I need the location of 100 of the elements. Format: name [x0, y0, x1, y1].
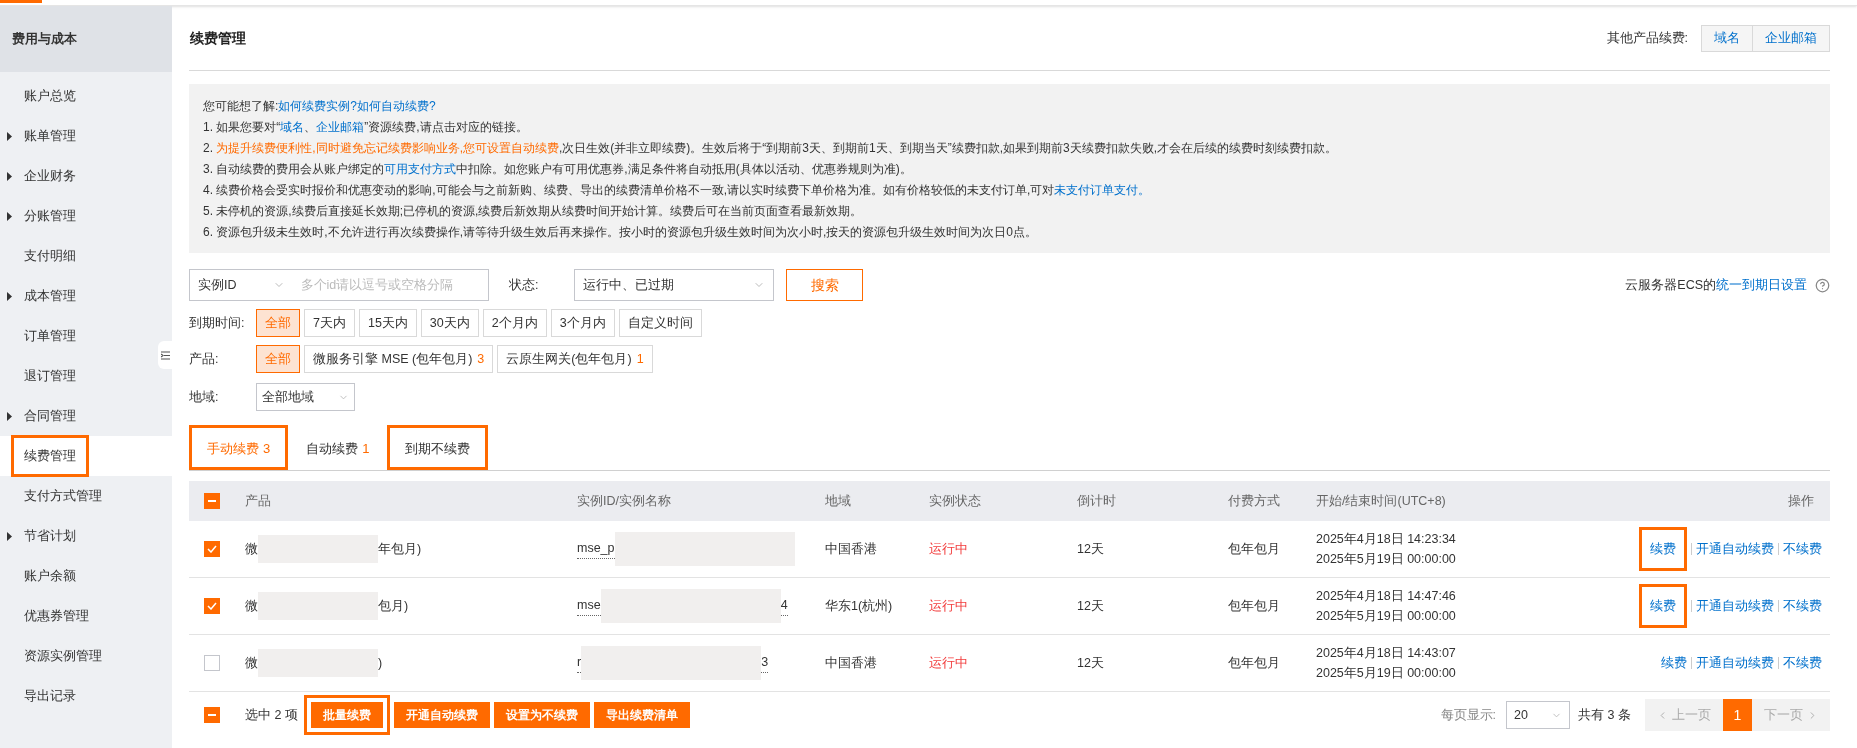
notice-link[interactable]: 域名: [280, 120, 305, 134]
table-cell-text: 12天: [1077, 654, 1105, 672]
instance-id[interactable]: 4: [780, 596, 788, 616]
filter-option[interactable]: 云原生网关(包年包月) 1: [497, 345, 653, 373]
sidebar-item[interactable]: 退订管理: [0, 356, 172, 396]
filter-option[interactable]: 7天内: [304, 309, 355, 337]
sidebar-item[interactable]: 优惠券管理: [0, 596, 172, 636]
sidebar-item[interactable]: 订单管理: [0, 316, 172, 356]
table-cell-text: 中国香港: [825, 540, 878, 558]
end-time: 2025年5月19日 00:00:00: [1316, 608, 1457, 625]
filter-option[interactable]: 2个月内: [482, 309, 547, 337]
settings-link[interactable]: 统一到期日设置: [1716, 277, 1807, 292]
notice-link[interactable]: 如何自动续费?: [357, 99, 436, 113]
sidebar-item[interactable]: 导出记录: [0, 676, 172, 716]
column-header: 产品: [245, 492, 272, 510]
notice-link[interactable]: 可用支付方式: [384, 162, 457, 176]
notice-link[interactable]: 企业邮箱: [316, 120, 365, 134]
filter-label: 地域:: [189, 388, 220, 406]
notice-line: 3. 自动续费的费用会从账户绑定的可用支付方式中扣除。如您账户有可用优惠券,满足条件将自动抵用(具体以活动、优惠券规则为准)。: [203, 161, 913, 178]
active-indicator: [0, 0, 42, 3]
column-header: 实例状态: [929, 492, 982, 510]
search-field[interactable]: 实例ID 多个id请以逗号或空格分隔: [189, 269, 489, 301]
instance-id[interactable]: 3: [761, 653, 769, 673]
action-link[interactable]: 不续费: [1783, 539, 1822, 559]
filter-label: 到期时间:: [189, 314, 246, 332]
notice-line: 4. 续费价格会受实时报价和优惠变动的影响,可能会与之前新购、续费、导出的续费清单价格不一致,请以实时续费下单价格为准。如有价格较低的未支付订单,可对未支付订单支付。: [203, 182, 1152, 199]
filter-option[interactable]: 3个月内: [550, 309, 615, 337]
table-cell-text: 包年包月: [1228, 654, 1281, 672]
column-header: 开始/结束时间(UTC+8): [1316, 492, 1447, 510]
checkmark-icon: [207, 602, 217, 610]
notice-line: 1. 如果您要对“域名、企业邮箱”资源续费,请点击对应的链接。: [203, 119, 529, 136]
checkbox[interactable]: [204, 541, 220, 557]
sidebar-item[interactable]: 账单管理: [0, 116, 172, 156]
notice-line: 2. 为提升续费便利性,同时避免忘记续费影响业务,您可设置自动续费,次日生效(并非立即续费)。生效后将于“到期前3天、到期前1天、到期当天”续费扣款,如果到期前3天续费扣款失败,才会在后续的续费时刻续费扣款。: [203, 140, 1339, 157]
action-link[interactable]: 开通自动续费: [1696, 539, 1774, 559]
action-link[interactable]: 不续费: [1783, 596, 1822, 616]
table-cell-text: 包年包月: [1228, 540, 1281, 558]
column-header: 付费方式: [1228, 492, 1281, 510]
page-size-select[interactable]: 20: [1506, 701, 1571, 729]
table-cell-text: 华东1(杭州): [825, 597, 894, 615]
filter-option[interactable]: 15天内: [358, 309, 417, 337]
notice-link[interactable]: 如何续费实例?: [278, 99, 358, 113]
sidebar-item[interactable]: 节省计划: [0, 516, 172, 556]
table-cell-text: 包年包月: [1228, 597, 1281, 615]
sidebar-item[interactable]: 合同管理: [0, 396, 172, 436]
checkbox[interactable]: [204, 493, 220, 509]
caret-icon: [7, 531, 12, 541]
action-link[interactable]: 续费: [1650, 539, 1676, 559]
status-text: 运行中: [929, 654, 969, 672]
filter-option[interactable]: 微服务引擎 MSE (包年包月) 3: [304, 345, 494, 373]
checkbox[interactable]: [204, 598, 220, 614]
action-link[interactable]: 开通自动续费: [1696, 653, 1774, 673]
end-time: 2025年5月19日 00:00:00: [1316, 665, 1457, 682]
total-count: 共有 3 条: [1578, 706, 1631, 724]
sidebar-item[interactable]: 支付方式管理: [0, 476, 172, 516]
action-link[interactable]: 开通自动续费: [1696, 596, 1774, 616]
help-icon: [1815, 277, 1830, 293]
region-select[interactable]: 全部地域: [256, 383, 355, 411]
other-products-label: 其他产品续费:: [1606, 29, 1688, 47]
filter-label: 产品:: [189, 350, 220, 368]
table-cell-text: 微: [245, 540, 258, 558]
action-link[interactable]: 不续费: [1783, 653, 1822, 673]
checkbox[interactable]: [204, 655, 220, 671]
ecs-note: 云服务器ECS的统一到期日设置: [1625, 276, 1807, 294]
table-cell-text: ): [378, 654, 383, 672]
status-select[interactable]: 运行中、已过期: [574, 269, 775, 301]
sidebar-title: 费用与成本: [0, 6, 172, 72]
status-text: 运行中: [929, 540, 969, 558]
sidebar-item[interactable]: 账户总览: [0, 76, 172, 116]
caret-icon: [7, 291, 12, 301]
sidebar-item[interactable]: 企业财务: [0, 156, 172, 196]
status-label: 状态:: [509, 276, 539, 294]
notice-line: 5. 未停机的资源,续费后直接延长效期;已停机的资源,续费后新效期从续费时间开始计算。续费后可在当前页面查看最新效期。: [203, 203, 864, 220]
notice-link[interactable]: 未支付订单支付。: [1054, 183, 1151, 197]
caret-icon: [7, 171, 12, 181]
action-link[interactable]: 续费: [1661, 653, 1687, 673]
tab[interactable]: 自动续费 1: [288, 425, 388, 470]
checkmark-icon: [207, 545, 217, 553]
sidebar-item[interactable]: 续费管理: [0, 436, 172, 476]
instance-id[interactable]: mse: [577, 596, 601, 616]
filter-option[interactable]: 30天内: [420, 309, 479, 337]
sidebar-item[interactable]: 分账管理: [0, 196, 172, 236]
checkbox[interactable]: [204, 707, 220, 723]
instance-id[interactable]: mse_p: [577, 539, 615, 559]
page-size-label: 每页显示:: [1440, 706, 1497, 724]
tab[interactable]: 到期不续费: [387, 425, 489, 470]
start-time: 2025年4月18日 14:43:07: [1316, 645, 1457, 662]
page-title: 续费管理: [189, 28, 246, 48]
action-link[interactable]: 续费: [1650, 596, 1676, 616]
product-link[interactable]: 域名: [1701, 24, 1753, 52]
sidebar-item[interactable]: 成本管理: [0, 276, 172, 316]
column-header: 倒计时: [1077, 492, 1117, 510]
sidebar-item[interactable]: 账户余额: [0, 556, 172, 596]
sidebar-item[interactable]: 支付明细: [0, 236, 172, 276]
filter-option[interactable]: 自定义时间: [618, 309, 702, 337]
product-link[interactable]: 企业邮箱: [1752, 24, 1830, 52]
sidebar-item[interactable]: 资源实例管理: [0, 636, 172, 676]
collapse-handle[interactable]: [158, 341, 172, 369]
notice-line: 您可能想了解:如何续费实例?如何自动续费?: [203, 98, 437, 115]
column-header: 实例ID/实例名称: [577, 492, 672, 510]
